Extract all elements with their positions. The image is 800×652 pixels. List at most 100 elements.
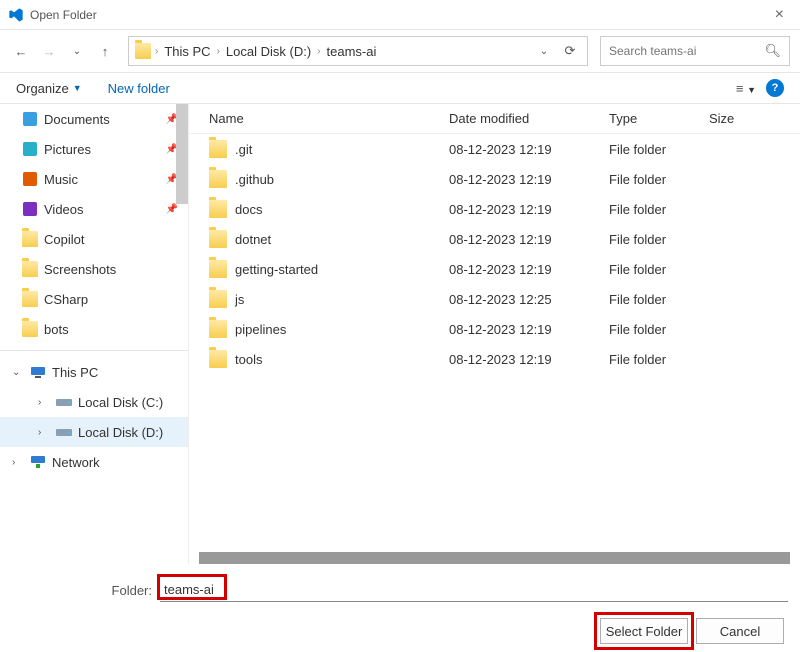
tree-item-this-pc[interactable]: ⌄ This PC bbox=[0, 357, 188, 387]
tree-label: Local Disk (D:) bbox=[78, 425, 163, 440]
file-type: File folder bbox=[609, 322, 709, 337]
scrollbar-horizontal[interactable] bbox=[199, 552, 790, 564]
folder-icon bbox=[209, 200, 227, 218]
folder-icon bbox=[209, 350, 227, 368]
file-name: docs bbox=[235, 202, 262, 217]
folder-icon bbox=[209, 260, 227, 278]
file-date: 08-12-2023 12:19 bbox=[449, 232, 609, 247]
forward-button[interactable]: → bbox=[38, 40, 60, 62]
file-row[interactable]: .github 08-12-2023 12:19File folder bbox=[189, 164, 800, 194]
up-button[interactable]: ↑ bbox=[94, 40, 116, 62]
close-button[interactable]: × bbox=[767, 6, 792, 24]
tree-item[interactable]: bots bbox=[0, 314, 188, 344]
pin-icon: 📌 bbox=[166, 204, 178, 215]
file-type: File folder bbox=[609, 202, 709, 217]
file-date: 08-12-2023 12:19 bbox=[449, 142, 609, 157]
tree-label: Screenshots bbox=[44, 262, 116, 277]
tree-label: This PC bbox=[52, 365, 98, 380]
file-list[interactable]: Name Date modified Type Size .git 08-12-2… bbox=[188, 104, 800, 564]
file-date: 08-12-2023 12:19 bbox=[449, 262, 609, 277]
column-header-size[interactable]: Size bbox=[709, 111, 769, 126]
file-row[interactable]: .git 08-12-2023 12:19File folder bbox=[189, 134, 800, 164]
tree-item[interactable]: CSharp bbox=[0, 284, 188, 314]
search-icon[interactable]: 🔍︎ bbox=[764, 43, 781, 59]
tree-label: Local Disk (C:) bbox=[78, 395, 163, 410]
file-date: 08-12-2023 12:19 bbox=[449, 202, 609, 217]
organize-menu[interactable]: Organize▼ bbox=[16, 81, 82, 96]
tree-label: bots bbox=[44, 322, 69, 337]
tree-label: Documents bbox=[44, 112, 110, 127]
file-date: 08-12-2023 12:19 bbox=[449, 322, 609, 337]
breadcrumb[interactable]: Local Disk (D:) bbox=[224, 44, 313, 59]
file-name: getting-started bbox=[235, 262, 318, 277]
back-button[interactable]: ← bbox=[10, 40, 32, 62]
chevron-right-icon: › bbox=[317, 46, 320, 57]
chevron-right-icon: › bbox=[155, 46, 158, 57]
file-type: File folder bbox=[609, 172, 709, 187]
file-date: 08-12-2023 12:19 bbox=[449, 172, 609, 187]
recent-dropdown[interactable]: ⌄ bbox=[66, 40, 88, 62]
search-box[interactable]: 🔍︎ bbox=[600, 36, 790, 66]
refresh-button[interactable]: ⟳ bbox=[559, 40, 581, 62]
chevron-right-icon: › bbox=[217, 46, 220, 57]
folder-label: Folder: bbox=[12, 583, 152, 598]
file-type: File folder bbox=[609, 352, 709, 367]
file-date: 08-12-2023 12:19 bbox=[449, 352, 609, 367]
tree-item[interactable]: Music📌 bbox=[0, 164, 188, 194]
file-type: File folder bbox=[609, 142, 709, 157]
file-date: 08-12-2023 12:25 bbox=[449, 292, 609, 307]
network-icon bbox=[30, 454, 46, 470]
file-name: .github bbox=[235, 172, 274, 187]
file-type: File folder bbox=[609, 292, 709, 307]
file-row[interactable]: docs 08-12-2023 12:19File folder bbox=[189, 194, 800, 224]
file-name: tools bbox=[235, 352, 262, 367]
file-name: pipelines bbox=[235, 322, 286, 337]
scrollbar-vertical[interactable] bbox=[176, 104, 188, 204]
chevron-right-icon: › bbox=[38, 397, 50, 408]
new-folder-button[interactable]: New folder bbox=[108, 81, 170, 96]
column-header-name[interactable]: Name bbox=[209, 111, 449, 126]
tree-label: Copilot bbox=[44, 232, 84, 247]
tree-item-drive[interactable]: › Local Disk (C:) bbox=[0, 387, 188, 417]
chevron-right-icon: › bbox=[38, 427, 50, 438]
window-title: Open Folder bbox=[30, 8, 97, 22]
file-row[interactable]: pipelines 08-12-2023 12:19File folder bbox=[189, 314, 800, 344]
search-input[interactable] bbox=[609, 44, 764, 58]
file-row[interactable]: getting-started 08-12-2023 12:19File fold… bbox=[189, 254, 800, 284]
pc-icon bbox=[30, 364, 46, 380]
file-row[interactable]: tools 08-12-2023 12:19File folder bbox=[189, 344, 800, 374]
file-type: File folder bbox=[609, 262, 709, 277]
folder-icon bbox=[135, 43, 151, 59]
folder-icon bbox=[209, 230, 227, 248]
tree-label: Music bbox=[44, 172, 78, 187]
file-type: File folder bbox=[609, 232, 709, 247]
select-folder-button[interactable]: Select Folder bbox=[600, 618, 688, 644]
folder-icon bbox=[209, 290, 227, 308]
file-row[interactable]: dotnet 08-12-2023 12:19File folder bbox=[189, 224, 800, 254]
tree-item[interactable]: Pictures📌 bbox=[0, 134, 188, 164]
file-name: js bbox=[235, 292, 244, 307]
tree-item[interactable]: Copilot bbox=[0, 224, 188, 254]
tree-item[interactable]: Screenshots bbox=[0, 254, 188, 284]
breadcrumb[interactable]: This PC bbox=[162, 44, 212, 59]
folder-name-input[interactable] bbox=[160, 578, 788, 602]
tree-item-drive[interactable]: › Local Disk (D:) bbox=[0, 417, 188, 447]
cancel-button[interactable]: Cancel bbox=[696, 618, 784, 644]
column-header-type[interactable]: Type bbox=[609, 111, 709, 126]
address-dropdown[interactable]: ⌄ bbox=[533, 40, 555, 62]
tree-item[interactable]: Videos📌 bbox=[0, 194, 188, 224]
navigation-tree[interactable]: Documents📌Pictures📌Music📌Videos📌CopilotS… bbox=[0, 104, 188, 564]
breadcrumb[interactable]: teams-ai bbox=[325, 44, 379, 59]
column-header-date[interactable]: Date modified bbox=[449, 111, 609, 126]
tree-item-network[interactable]: › Network bbox=[0, 447, 188, 477]
tree-label: Network bbox=[52, 455, 100, 470]
file-row[interactable]: js 08-12-2023 12:25File folder bbox=[189, 284, 800, 314]
file-name: .git bbox=[235, 142, 252, 157]
folder-icon bbox=[209, 320, 227, 338]
address-bar[interactable]: › This PC › Local Disk (D:) › teams-ai ⌄… bbox=[128, 36, 588, 66]
file-name: dotnet bbox=[235, 232, 271, 247]
tree-item[interactable]: Documents📌 bbox=[0, 104, 188, 134]
chevron-right-icon: › bbox=[12, 457, 24, 468]
help-button[interactable]: ? bbox=[766, 79, 784, 97]
view-menu[interactable]: ≡ ▼ bbox=[736, 81, 756, 96]
